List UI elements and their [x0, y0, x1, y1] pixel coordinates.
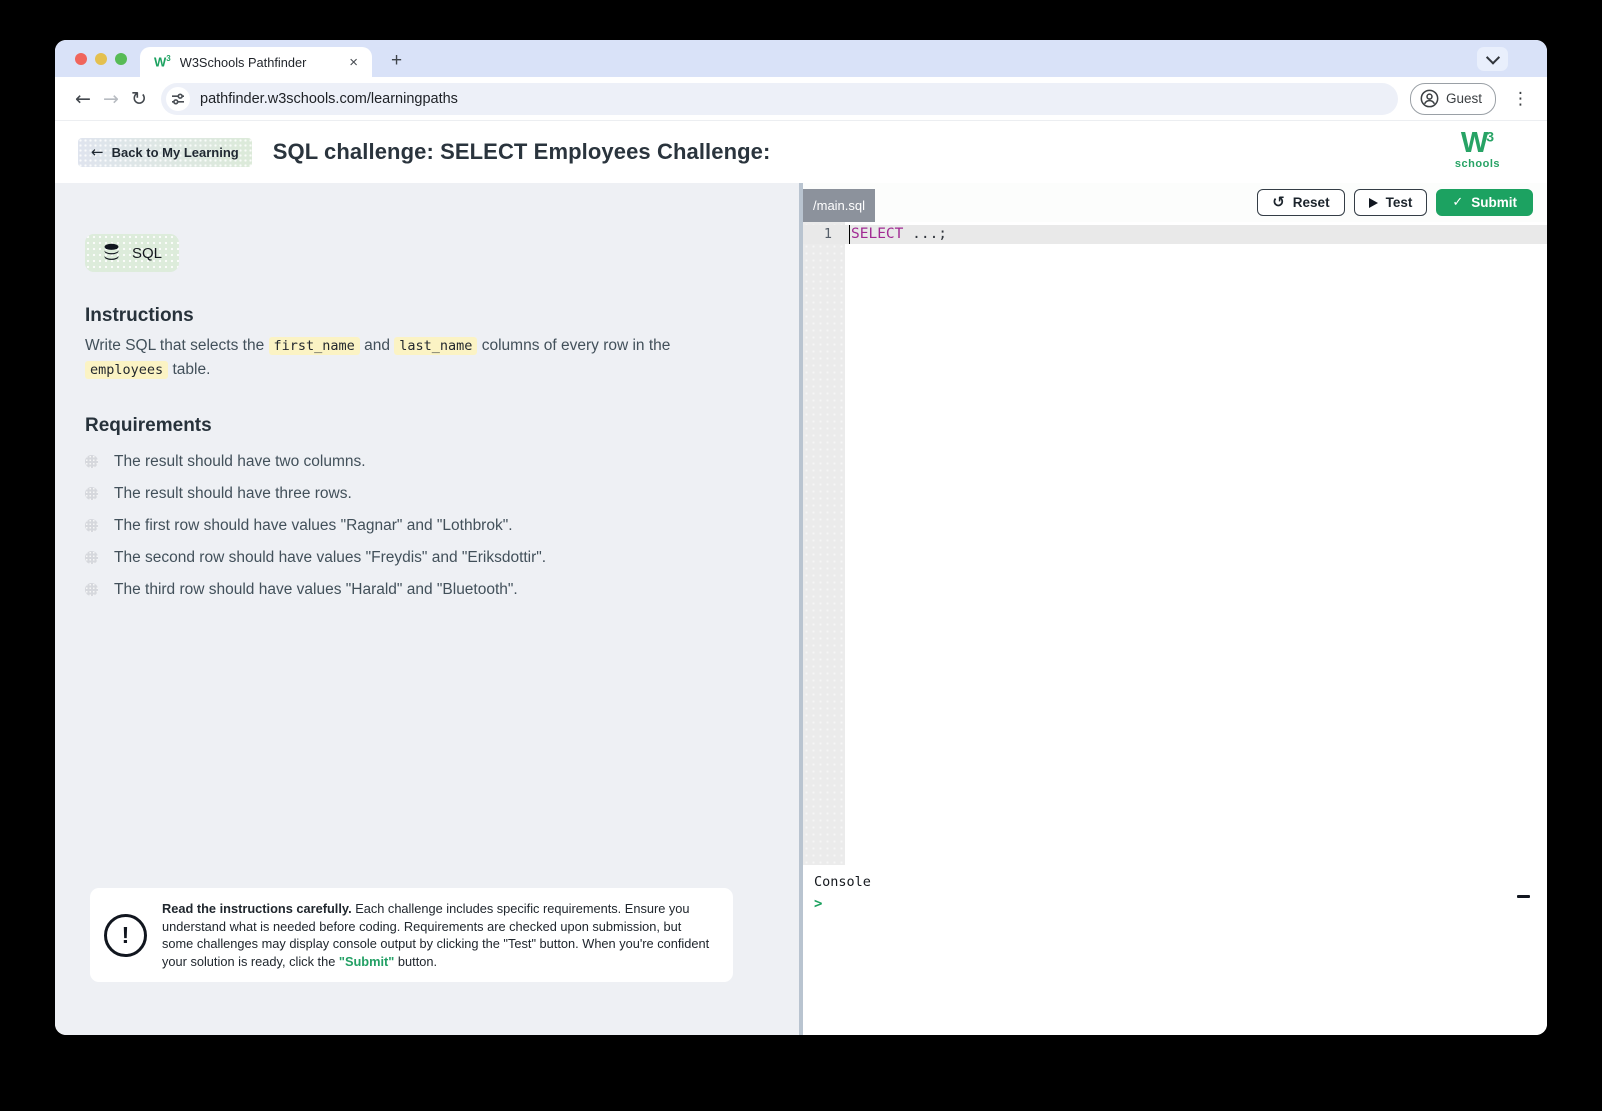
- requirements-list: The result should have two columns. The …: [85, 453, 769, 599]
- language-badge: SQL: [85, 234, 180, 272]
- requirement-item: The third row should have values "Harald…: [85, 581, 769, 599]
- requirement-bullet-icon: [85, 519, 98, 532]
- back-to-learning-button[interactable]: ← Back to My Learning: [78, 137, 252, 167]
- url-text: pathfinder.w3schools.com/learningpaths: [200, 90, 458, 107]
- console-label: Console: [814, 874, 871, 890]
- exclamation-icon: !: [104, 913, 147, 957]
- browser-toolbar: ← → ↻ pathfinder.w3schools.com/learningp…: [55, 77, 1547, 121]
- requirement-item: The first row should have values "Ragnar…: [85, 517, 769, 535]
- note-text: Read the instructions carefully. Each ch…: [162, 901, 710, 969]
- challenge-panel: SQL Instructions Write SQL that selects …: [55, 183, 799, 1035]
- console-prompt: >: [814, 896, 823, 912]
- play-icon: [1368, 197, 1378, 208]
- editor-header: /main.sql ↺ Reset Test ✓ Submit: [803, 183, 1547, 222]
- requirement-bullet-icon: [85, 487, 98, 500]
- zoom-window-button[interactable]: [115, 53, 127, 65]
- instructions-heading: Instructions: [85, 305, 194, 326]
- browser-window: W3 W3Schools Pathfinder × + ← → ↻ pathfi…: [55, 40, 1547, 1035]
- page-header: ← Back to My Learning SQL challenge: SEL…: [55, 121, 1547, 183]
- editor-panel: /main.sql ↺ Reset Test ✓ Submit 1 SELECT…: [803, 183, 1547, 1035]
- language-badge-label: SQL: [132, 244, 163, 262]
- browser-tab-strip: W3 W3Schools Pathfinder × +: [55, 40, 1547, 77]
- line-number: 1: [823, 226, 832, 242]
- browser-tab[interactable]: W3 W3Schools Pathfinder ×: [140, 47, 372, 77]
- minimize-window-button[interactable]: [95, 53, 107, 65]
- instructions-text: Write SQL that selects the first_name an…: [85, 337, 671, 379]
- reload-button[interactable]: ↻: [125, 85, 153, 113]
- tab-title: W3Schools Pathfinder: [179, 54, 307, 70]
- active-code-line: 1 SELECT ...;: [803, 225, 1547, 244]
- console-panel: Console >: [803, 865, 1547, 1035]
- w3schools-logo: W3 schools: [1454, 127, 1500, 170]
- w3schools-favicon: W3: [154, 54, 171, 70]
- left-arrow-icon: ←: [91, 143, 104, 161]
- page-title: SQL challenge: SELECT Employees Challeng…: [272, 139, 771, 164]
- window-controls: [75, 53, 127, 65]
- back-to-learning-label: Back to My Learning: [111, 144, 239, 160]
- tab-search-button[interactable]: [1477, 47, 1508, 71]
- database-icon: [104, 243, 119, 260]
- console-minimize-button[interactable]: [1517, 895, 1530, 898]
- reset-button[interactable]: ↺ Reset: [1257, 189, 1345, 216]
- close-window-button[interactable]: [75, 53, 87, 65]
- back-button[interactable]: ←: [69, 85, 97, 113]
- address-bar[interactable]: pathfinder.w3schools.com/learningpaths: [161, 82, 1398, 115]
- tab-close-icon[interactable]: ×: [345, 53, 362, 72]
- requirement-item: The second row should have values "Freyd…: [85, 549, 769, 567]
- code-editor[interactable]: 1 SELECT ...;: [803, 222, 1547, 865]
- forward-button[interactable]: →: [97, 85, 125, 113]
- check-icon: ✓: [1452, 195, 1464, 210]
- submit-button[interactable]: ✓ Submit: [1436, 189, 1533, 216]
- requirement-item: The result should have three rows.: [85, 485, 769, 503]
- editor-actions: ↺ Reset Test ✓ Submit: [1257, 189, 1547, 216]
- undo-icon: ↺: [1272, 193, 1285, 211]
- new-tab-button[interactable]: +: [385, 49, 408, 72]
- profile-label: Guest: [1445, 91, 1482, 106]
- chevron-down-icon: [1485, 50, 1500, 65]
- requirement-bullet-icon: [85, 455, 98, 468]
- requirement-bullet-icon: [85, 551, 98, 564]
- site-settings-icon[interactable]: [166, 86, 190, 111]
- file-tab[interactable]: /main.sql: [803, 189, 876, 222]
- person-icon: [1420, 89, 1439, 108]
- profile-button[interactable]: Guest: [1409, 82, 1496, 115]
- requirement-item: The result should have two columns.: [85, 453, 769, 471]
- browser-menu-button[interactable]: ⋮: [1506, 89, 1535, 109]
- line-number-gutter: [803, 222, 845, 865]
- requirements-heading: Requirements: [85, 415, 212, 436]
- requirement-bullet-icon: [85, 583, 98, 596]
- instructions-note: ! Read the instructions carefully. Each …: [90, 888, 733, 982]
- code-text: SELECT ...;: [849, 225, 948, 244]
- test-button[interactable]: Test: [1353, 189, 1428, 216]
- main-content: SQL Instructions Write SQL that selects …: [55, 183, 1547, 1035]
